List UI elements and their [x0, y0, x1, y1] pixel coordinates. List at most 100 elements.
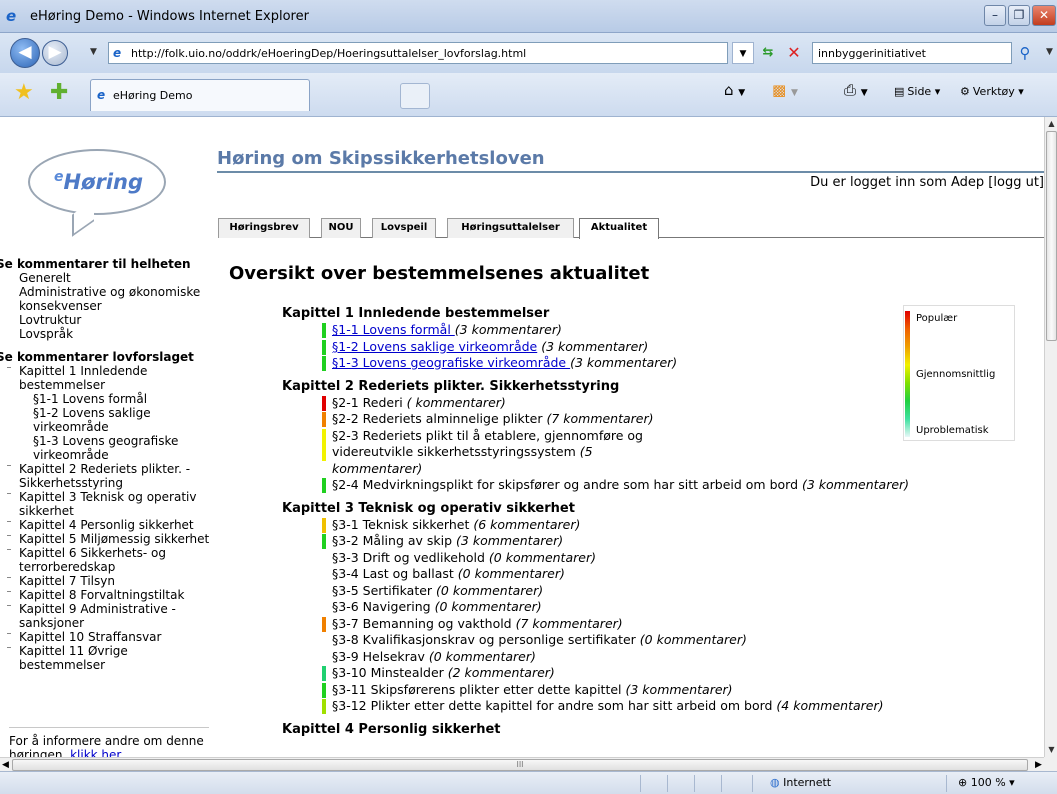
provision-3-8[interactable]: §3-8 Kvalifikasjonskrav og personlige se…: [332, 632, 982, 649]
provision-text: §3-6 Navigering: [332, 599, 435, 614]
favorites-toolbar: ★ ✚ e eHøring Demo ⌂ ▼ ▩ ▼ ⎙ ▼ ▤ Side ▾ ⚙…: [0, 73, 1057, 117]
sidebar-chapter-9[interactable]: Kapittel 9 Administrative - sanksjoner: [7, 602, 215, 630]
sidebar-chapter-8[interactable]: Kapittel 8 Forvaltningstiltak: [7, 588, 215, 602]
tab-nou[interactable]: NOU: [321, 218, 361, 238]
feeds-icon[interactable]: ▩ ▼: [772, 81, 798, 99]
activity-bar: [322, 616, 326, 632]
provision-3-7[interactable]: §3-7 Bemanning og vakthold (7 kommentare…: [322, 616, 982, 633]
sidebar-item-lovtruktur[interactable]: Lovtruktur: [19, 313, 215, 327]
minimize-button[interactable]: –: [984, 5, 1006, 26]
provision-link[interactable]: §1-2 Lovens saklige virkeområde: [332, 339, 537, 354]
new-tab-button[interactable]: [400, 83, 430, 109]
logo-word: Høring: [63, 170, 144, 194]
provision-link[interactable]: §1-3 Lovens geografiske virkeområde: [332, 355, 570, 370]
provision-3-11[interactable]: §3-11 Skipsførerens plikter etter dette …: [322, 682, 982, 699]
legend-unproblematic: Uproblematisk: [916, 425, 989, 436]
comment-count: (2 kommentarer): [447, 665, 555, 680]
provision-3-2[interactable]: §3-2 Måling av skip (3 kommentarer): [322, 533, 982, 550]
provision-3-3[interactable]: §3-3 Drift og vedlikehold (0 kommentarer…: [332, 550, 982, 567]
page-viewport: eHøring Høring om Skipssikkerhetsloven D…: [0, 117, 1044, 757]
provision-1-3[interactable]: §1-3 Lovens geografiske virkeområde (3 k…: [322, 355, 982, 372]
chapter-4-heading: Kapittel 4 Personlig sikkerhet: [282, 721, 501, 737]
provision-3-10[interactable]: §3-10 Minstealder (2 kommentarer): [322, 665, 982, 682]
vertical-scrollbar[interactable]: ▲ ▼: [1044, 117, 1057, 757]
favorites-star-icon[interactable]: ★: [14, 81, 34, 105]
sidebar-item-lovsprak[interactable]: Lovspråk: [19, 327, 215, 341]
activity-bar: [322, 682, 326, 698]
tab-page-icon: e: [97, 88, 106, 102]
provision-3-6[interactable]: §3-6 Navigering (0 kommentarer): [332, 599, 982, 616]
print-icon[interactable]: ⎙ ▼: [844, 81, 868, 99]
comment-count: (3 kommentarer): [456, 533, 564, 548]
horizontal-scroll-thumb[interactable]: III: [12, 759, 1028, 771]
vertical-scroll-thumb[interactable]: [1046, 131, 1057, 341]
tab-horingsbrev[interactable]: Høringsbrev: [218, 218, 310, 238]
security-zone[interactable]: ◍ Internett: [770, 776, 831, 789]
tab-lovspeil[interactable]: Lovspeil: [372, 218, 436, 238]
search-options-icon[interactable]: ▼: [1046, 47, 1053, 57]
search-icon[interactable]: ⚲: [1014, 42, 1036, 64]
sidebar-chapter-7[interactable]: Kapittel 7 Tilsyn: [7, 574, 215, 588]
provision-3-12[interactable]: §3-12 Plikter etter dette kapittel for a…: [322, 698, 982, 715]
tab-aktualitet[interactable]: Aktualitet: [579, 218, 659, 239]
forward-button[interactable]: ▶: [42, 40, 68, 66]
search-input[interactable]: innbyggerinitiativet: [812, 42, 1012, 64]
sidebar-chapter-1[interactable]: Kapittel 1 Innledende bestemmelser: [7, 364, 215, 392]
sidebar-chapter-4[interactable]: Kapittel 4 Personlig sikkerhet: [7, 518, 215, 532]
provision-2-4[interactable]: §2-4 Medvirkningsplikt for skipsfører og…: [322, 477, 982, 494]
sidebar-item-generelt[interactable]: Generelt: [19, 271, 215, 285]
sidebar-chapter-2[interactable]: Kapittel 2 Rederiets plikter. - Sikkerhe…: [7, 462, 215, 490]
sidebar: Se kommentarer til helheten Generelt Adm…: [0, 257, 215, 672]
address-field[interactable]: e http://folk.uio.no/oddrk/eHoeringDep/H…: [108, 42, 728, 64]
login-status[interactable]: Du er logget inn som Adep [logg ut]: [810, 175, 1044, 190]
provision-3-4[interactable]: §3-4 Last og ballast (0 kommentarer): [332, 566, 982, 583]
sidebar-chapter-10[interactable]: Kapittel 10 Straffansvar: [7, 630, 215, 644]
close-button[interactable]: ✕: [1032, 5, 1056, 26]
activity-legend: Populær Gjennomsnittlig Uproblematisk: [903, 305, 1015, 441]
activity-bar: [322, 478, 326, 493]
provision-3-5[interactable]: §3-5 Sertifikater (0 kommentarer): [332, 583, 982, 600]
sidebar-chapter-6[interactable]: Kapittel 6 Sikkerhets- og terrorberedska…: [7, 546, 215, 574]
sidebar-chapter-3[interactable]: Kapittel 3 Teknisk og operativ sikkerhet: [7, 490, 215, 518]
provision-1-1[interactable]: §1-1 Lovens formål (3 kommentarer): [322, 322, 982, 339]
scroll-right-icon[interactable]: ▶: [1033, 759, 1044, 771]
add-favorite-icon[interactable]: ✚: [50, 81, 68, 105]
legend-average: Gjennomsnittlig: [916, 369, 996, 380]
back-button[interactable]: ◀: [10, 38, 40, 68]
history-dropdown-icon[interactable]: ▼: [90, 47, 97, 57]
page-menu-button[interactable]: ▤ Side ▾: [894, 85, 940, 98]
comment-count: (3 kommentarer): [537, 338, 649, 354]
sidebar-item-1-3[interactable]: §1-3 Lovens geografiske virkeområde: [33, 434, 215, 462]
provision-3-9[interactable]: §3-9 Helsekrav (0 kommentarer): [332, 649, 982, 666]
zoom-control[interactable]: ⊕ 100 % ▾: [958, 776, 1015, 789]
inform-link[interactable]: klikk her: [70, 748, 121, 757]
stop-icon[interactable]: ✕: [783, 42, 805, 64]
provision-2-1[interactable]: §2-1 Rederi ( kommentarer): [322, 395, 982, 412]
tab-horingsuttalelser[interactable]: Høringsuttalelser: [447, 218, 574, 238]
restore-button[interactable]: ❐: [1008, 5, 1030, 26]
chapter-3-heading: Kapittel 3 Teknisk og operativ sikkerhet: [282, 500, 575, 516]
globe-icon: ◍: [770, 776, 780, 789]
scroll-left-icon[interactable]: ◀: [0, 759, 11, 771]
comment-count: (0 kommentarer): [436, 582, 544, 598]
home-icon[interactable]: ⌂ ▼: [724, 81, 745, 99]
horizontal-scrollbar[interactable]: ◀ III ▶: [0, 757, 1044, 771]
provision-1-2[interactable]: §1-2 Lovens saklige virkeområde (3 komme…: [322, 338, 982, 356]
refresh-icon[interactable]: ⇆: [757, 42, 779, 64]
sidebar-item-1-1[interactable]: §1-1 Lovens formål: [33, 392, 215, 406]
sidebar-chapter-5[interactable]: Kapittel 5 Miljømessig sikkerhet: [7, 532, 215, 546]
provision-link[interactable]: §1-1 Lovens formål: [332, 322, 455, 337]
address-dropdown-icon[interactable]: ▼: [732, 42, 754, 64]
browser-tab[interactable]: e eHøring Demo: [90, 79, 310, 111]
provision-2-2[interactable]: §2-2 Rederiets alminnelige plikter (7 ko…: [322, 411, 982, 428]
activity-bar: [322, 666, 326, 681]
sidebar-item-administrative[interactable]: Administrative og økonomiske konsekvense…: [19, 285, 215, 313]
scroll-down-icon[interactable]: ▼: [1046, 744, 1057, 756]
sidebar-item-1-2[interactable]: §1-2 Lovens saklige virkeområde: [33, 406, 215, 434]
tools-menu-button[interactable]: ⚙ Verktøy ▾: [960, 85, 1024, 98]
provision-2-3[interactable]: §2-3 Rederiets plikt til å etablere, gje…: [322, 428, 662, 478]
provision-3-1[interactable]: §3-1 Teknisk sikkerhet (6 kommentarer): [322, 517, 982, 534]
sidebar-chapter-11[interactable]: Kapittel 11 Øvrige bestemmelser: [7, 644, 215, 672]
security-zone-label: Internett: [783, 776, 832, 789]
scroll-up-icon[interactable]: ▲: [1046, 118, 1057, 130]
